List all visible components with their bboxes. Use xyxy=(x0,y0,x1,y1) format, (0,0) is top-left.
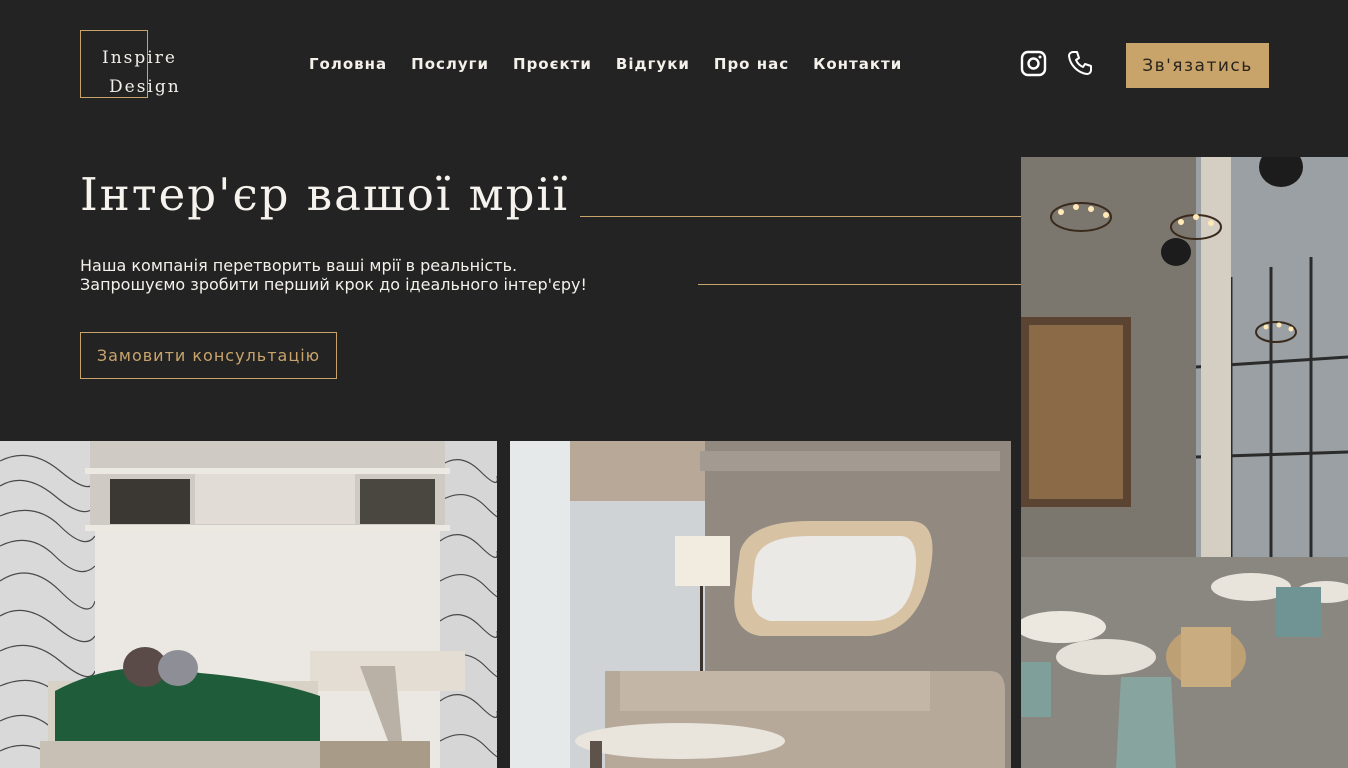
living-room-photo xyxy=(510,441,1011,768)
nav-item-services[interactable]: Послуги xyxy=(411,55,489,73)
nav-item-about[interactable]: Про нас xyxy=(714,55,789,73)
logo-text-line1: Inspire xyxy=(102,48,177,68)
hero-lead-line2: Запрошуємо зробити перший крок до ідеаль… xyxy=(80,275,587,294)
hero-title: Інтер'єр вашої мрії xyxy=(80,168,570,221)
restaurant-photo xyxy=(1021,157,1348,768)
hero-lead: Наша компанія перетворить ваші мрії в ре… xyxy=(80,256,587,294)
phone-icon[interactable] xyxy=(1066,49,1094,77)
contact-button[interactable]: Зв'язатись xyxy=(1126,43,1269,88)
consultation-button[interactable]: Замовити консультацію xyxy=(80,332,337,379)
decor-line xyxy=(580,216,1080,217)
nav-item-reviews[interactable]: Відгуки xyxy=(616,55,690,73)
logo[interactable]: Inspire Design xyxy=(80,30,180,102)
main-nav: Головна Послуги Проєкти Відгуки Про нас … xyxy=(309,55,902,73)
hero-lead-line1: Наша компанія перетворить ваші мрії в ре… xyxy=(80,256,518,275)
nav-item-contacts[interactable]: Контакти xyxy=(813,55,902,73)
instagram-icon[interactable] xyxy=(1019,49,1047,77)
nav-item-projects[interactable]: Проєкти xyxy=(513,55,592,73)
bedroom-photo xyxy=(0,441,497,768)
nav-item-home[interactable]: Головна xyxy=(309,55,387,73)
logo-text-line2: Design xyxy=(109,77,181,97)
